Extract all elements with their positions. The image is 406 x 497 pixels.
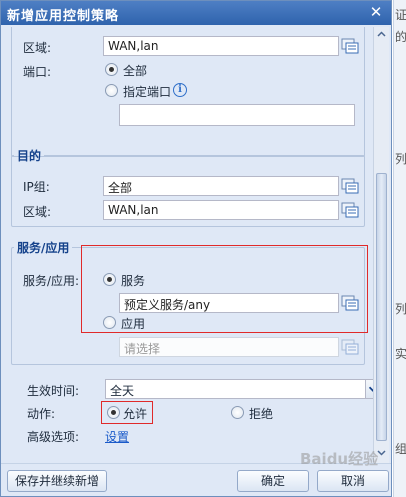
strip-text-3: 列 [395,152,406,166]
effective-time-value: 全天 [110,384,135,398]
allow-highlight-box [101,401,153,424]
deny-radio[interactable] [231,406,244,419]
effective-time-label: 生效时间: [27,384,80,398]
info-icon[interactable]: i [173,83,187,97]
service-legend: 服务/应用 [17,241,70,255]
strip-text-6: 组 [395,442,406,456]
strip-text-1: 证 [395,8,406,22]
advanced-settings-link[interactable]: 设置 [105,428,129,445]
port-all-radio[interactable] [105,63,118,76]
source-port-label: 端口: [23,65,52,79]
app-field[interactable]: 请选择 [119,337,339,357]
strip-text-4: 列 [395,302,406,316]
source-zone-label: 区域: [23,41,52,55]
source-zone-picker-icon[interactable] [341,37,359,55]
close-icon[interactable]: ✕ [367,3,385,21]
vertical-scrollbar[interactable] [373,27,389,463]
port-input[interactable] [119,104,355,126]
effective-time-select[interactable]: 全天 [105,379,367,399]
app-picker-icon[interactable] [341,338,359,356]
dialog-title: 新增应用控制策略 [7,9,120,24]
service-highlight-box [81,245,368,333]
dest-ip-group-field[interactable]: 全部 [103,176,339,196]
dialog-titlebar[interactable]: 新增应用控制策略 ✕ [1,1,391,25]
action-label: 动作: [27,407,56,421]
destination-legend: 目的 [17,149,42,163]
port-specified-radio[interactable] [105,84,118,97]
port-all-label: 全部 [123,64,148,78]
scroll-up-icon[interactable] [376,29,387,40]
dest-ip-group-picker-icon[interactable] [341,177,359,195]
save-continue-button[interactable]: 保存并继续新增 [7,470,107,492]
ok-button[interactable]: 确定 [237,470,309,492]
cancel-button[interactable]: 取消 [317,470,389,492]
service-app-label: 服务/应用: [23,274,80,288]
dest-zone-label: 区域: [23,205,52,219]
dest-zone-field[interactable]: WAN,lan [103,200,339,220]
scrollbar-thumb[interactable] [376,173,387,441]
advanced-options-label: 高级选项: [27,430,80,444]
policy-dialog: 新增应用控制策略 ✕ 区域: WAN,lan 端口: 全部 指定端口 i 目的 … [0,0,392,497]
deny-label: 拒绝 [249,407,274,421]
form-content: 区域: WAN,lan 端口: 全部 指定端口 i 目的 IP组: 全部 区域:… [3,27,382,463]
baidu-watermark: Baidu经验 [300,450,379,468]
dialog-body: 区域: WAN,lan 端口: 全部 指定端口 i 目的 IP组: 全部 区域:… [3,27,389,463]
dest-ip-group-label: IP组: [23,180,50,194]
port-specified-label: 指定端口 [123,85,172,99]
background-window-strip: 证 的 列 列 实 组 [393,0,406,497]
dest-zone-picker-icon[interactable] [341,201,359,219]
strip-text-5: 实 [395,347,406,361]
strip-text-2: 的 [395,30,406,44]
source-zone-field[interactable]: WAN,lan [103,36,339,56]
